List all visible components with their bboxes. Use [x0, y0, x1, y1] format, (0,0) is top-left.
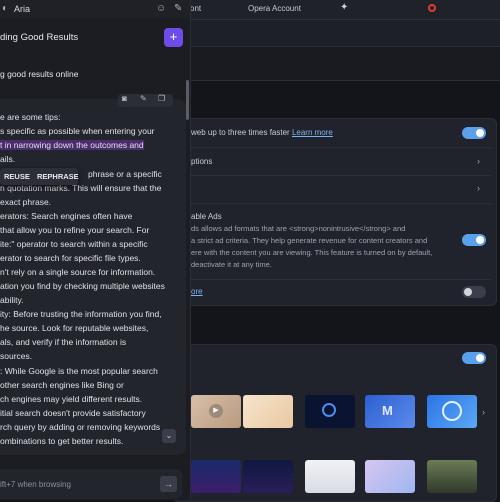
aria-title: Aria: [14, 4, 31, 14]
send-icon[interactable]: →: [160, 476, 177, 492]
ads-desc-3: ere with the content you are viewing. Th…: [191, 248, 433, 257]
reply-line: : While Google is the most popular searc…: [0, 366, 158, 376]
reuse-button[interactable]: REUSE: [4, 172, 30, 181]
browser-tab-bar: ont Opera Account ✦: [190, 0, 500, 20]
wallpaper-thumb[interactable]: M: [365, 395, 415, 428]
reply-line: he source. Look for reputable websites,: [0, 323, 149, 333]
reply-line: itial search doesn't provide satisfactor…: [0, 408, 146, 418]
selection-popup: REUSE REPHRASE: [0, 168, 79, 185]
rephrase-button[interactable]: REPHRASE: [37, 172, 79, 181]
copy-icon[interactable]: ❐: [158, 94, 165, 103]
ads-desc-4: deactivate it at any time.: [191, 260, 272, 269]
reply-line: erators: Search engines often have: [0, 211, 133, 221]
chevron-right-icon[interactable]: ›: [482, 407, 485, 417]
divider: [191, 279, 491, 280]
wallpaper-thumb[interactable]: [305, 395, 355, 428]
scrollbar[interactable]: [186, 80, 189, 120]
reply-line: ails.: [0, 154, 16, 164]
wallpaper-thumb[interactable]: [427, 395, 477, 428]
scroll-down-icon[interactable]: ⌄: [162, 429, 176, 443]
ads-desc-1: ds allows ad formats that are <strong>no…: [191, 224, 406, 233]
wallpaper-thumb[interactable]: [305, 460, 355, 493]
ads-desc-2: a strict ad criteria. They help generate…: [191, 236, 428, 245]
more-toggle[interactable]: [462, 286, 486, 298]
reply-line: ite:" operator to search within a specif…: [0, 239, 148, 249]
reply-line: ation you find by checking multiple webs…: [0, 281, 165, 291]
learn-more-link[interactable]: Learn more: [292, 128, 333, 137]
reply-line: sources.: [0, 351, 33, 361]
reply-line: rch query by adding or removing keywords: [0, 422, 161, 432]
logo-icon: M: [382, 403, 393, 418]
divider: [191, 147, 491, 148]
aria-logo-icon: ◐: [2, 3, 9, 14]
smiley-icon[interactable]: ☺: [156, 3, 166, 14]
reply-line: that allow you to refine your search. Fo…: [0, 225, 150, 235]
row1-toggle[interactable]: [462, 127, 486, 139]
wallpapers-toggle[interactable]: [462, 352, 486, 364]
settings-header: [190, 47, 500, 81]
pin-icon[interactable]: ✎: [174, 3, 182, 14]
divider: [191, 175, 491, 176]
reply-line: e are some tips:: [0, 112, 61, 122]
sparkle-icon[interactable]: ✦: [340, 2, 350, 14]
reply-line: ombinations to get better results.: [0, 436, 124, 446]
reply-line: ability.: [0, 295, 24, 305]
reply-line: s specific as possible when entering you…: [0, 126, 155, 136]
reply-line: phrase or a specific: [88, 169, 162, 179]
reply-line: other search engines like Bing or: [0, 380, 124, 390]
more-link[interactable]: ore: [191, 287, 203, 296]
opera-icon: [428, 4, 436, 12]
wallpapers-card: ▶ M ›: [172, 344, 497, 502]
logo-icon: [442, 401, 462, 421]
reply-line: ity: Before trusting the information you…: [0, 309, 162, 319]
wallpaper-thumb[interactable]: [243, 395, 293, 428]
ads-title: able Ads: [191, 212, 222, 221]
reply-line: erator to search for specific file types…: [0, 253, 141, 263]
wallpaper-thumb[interactable]: [191, 460, 241, 493]
play-icon: ▶: [209, 404, 223, 418]
reply-line: exact phrase.: [0, 197, 52, 207]
reply-line: n't rely on a single source for informat…: [0, 267, 156, 277]
wallpaper-thumb[interactable]: [243, 460, 293, 493]
edit-icon[interactable]: ✎: [140, 94, 147, 103]
chat-title: ding Good Results: [0, 32, 79, 43]
chat-input-placeholder: ift+7 when browsing: [0, 480, 71, 489]
wallpaper-thumb[interactable]: [427, 460, 477, 493]
row1-text: web up to three times faster Learn more: [191, 128, 333, 137]
tab-opera-account[interactable]: Opera Account: [248, 4, 301, 13]
settings-card-general: web up to three times faster Learn more …: [172, 118, 497, 306]
aria-panel: ◐ Aria ☺ ✎ ding Good Results + g good re…: [0, 0, 191, 500]
aria-header: ◐ Aria ☺ ✎: [0, 0, 190, 19]
reply-line: ch engines may yield different results.: [0, 394, 143, 404]
tab-partial[interactable]: ont: [190, 4, 201, 13]
message-actions: ◙ ✎ ❐: [118, 94, 173, 107]
new-chat-button[interactable]: +: [164, 28, 183, 47]
user-message: g good results online: [0, 69, 79, 79]
wallpaper-thumb[interactable]: [365, 460, 415, 493]
divider: [191, 203, 491, 204]
reply-line: als, and verify if the information is: [0, 337, 127, 347]
chevron-right-icon[interactable]: ›: [477, 183, 480, 193]
address-strip: [190, 20, 500, 47]
wallpaper-thumb[interactable]: ▶: [191, 395, 241, 428]
row2-text[interactable]: ptions: [191, 157, 212, 166]
camera-icon[interactable]: ◙: [122, 94, 127, 103]
ads-toggle[interactable]: [462, 234, 486, 246]
ring-icon: [322, 403, 336, 417]
aria-reply: e are some tips: s specific as possible …: [0, 99, 186, 455]
chevron-right-icon[interactable]: ›: [477, 156, 480, 166]
reply-line: t in narrowing down the outcomes and: [0, 140, 144, 150]
chat-input[interactable]: ift+7 when browsing →: [0, 469, 182, 499]
